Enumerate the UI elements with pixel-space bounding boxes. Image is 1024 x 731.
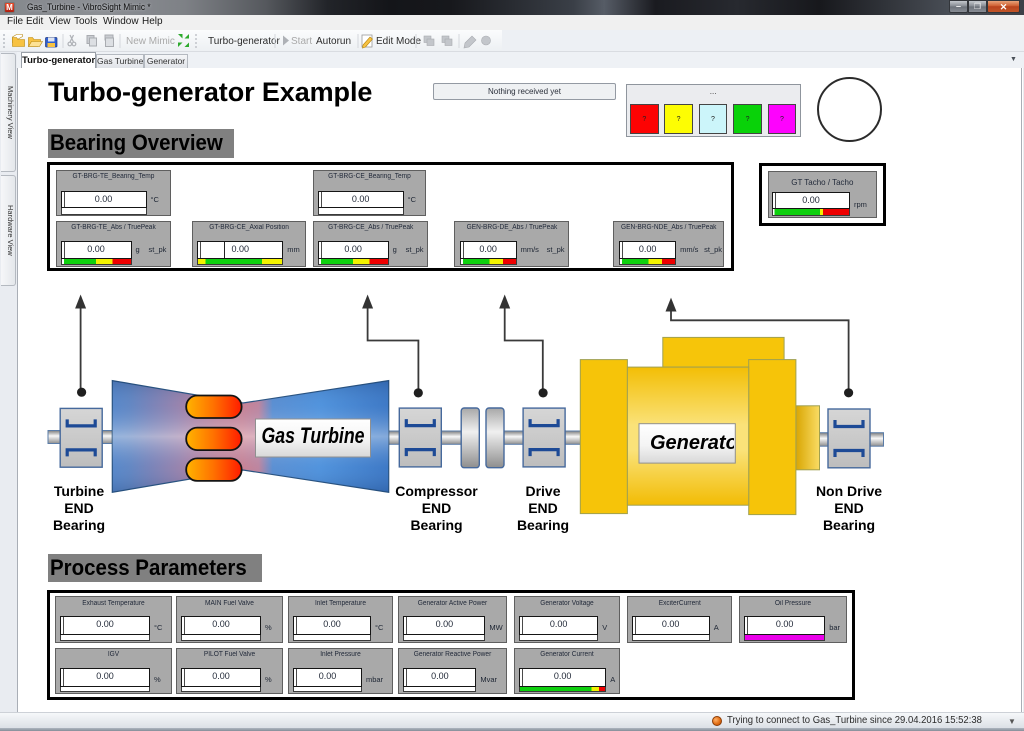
svg-text:Generator: Generator (650, 432, 747, 454)
svg-text:Gas Turbine: Gas Turbine (262, 423, 365, 448)
